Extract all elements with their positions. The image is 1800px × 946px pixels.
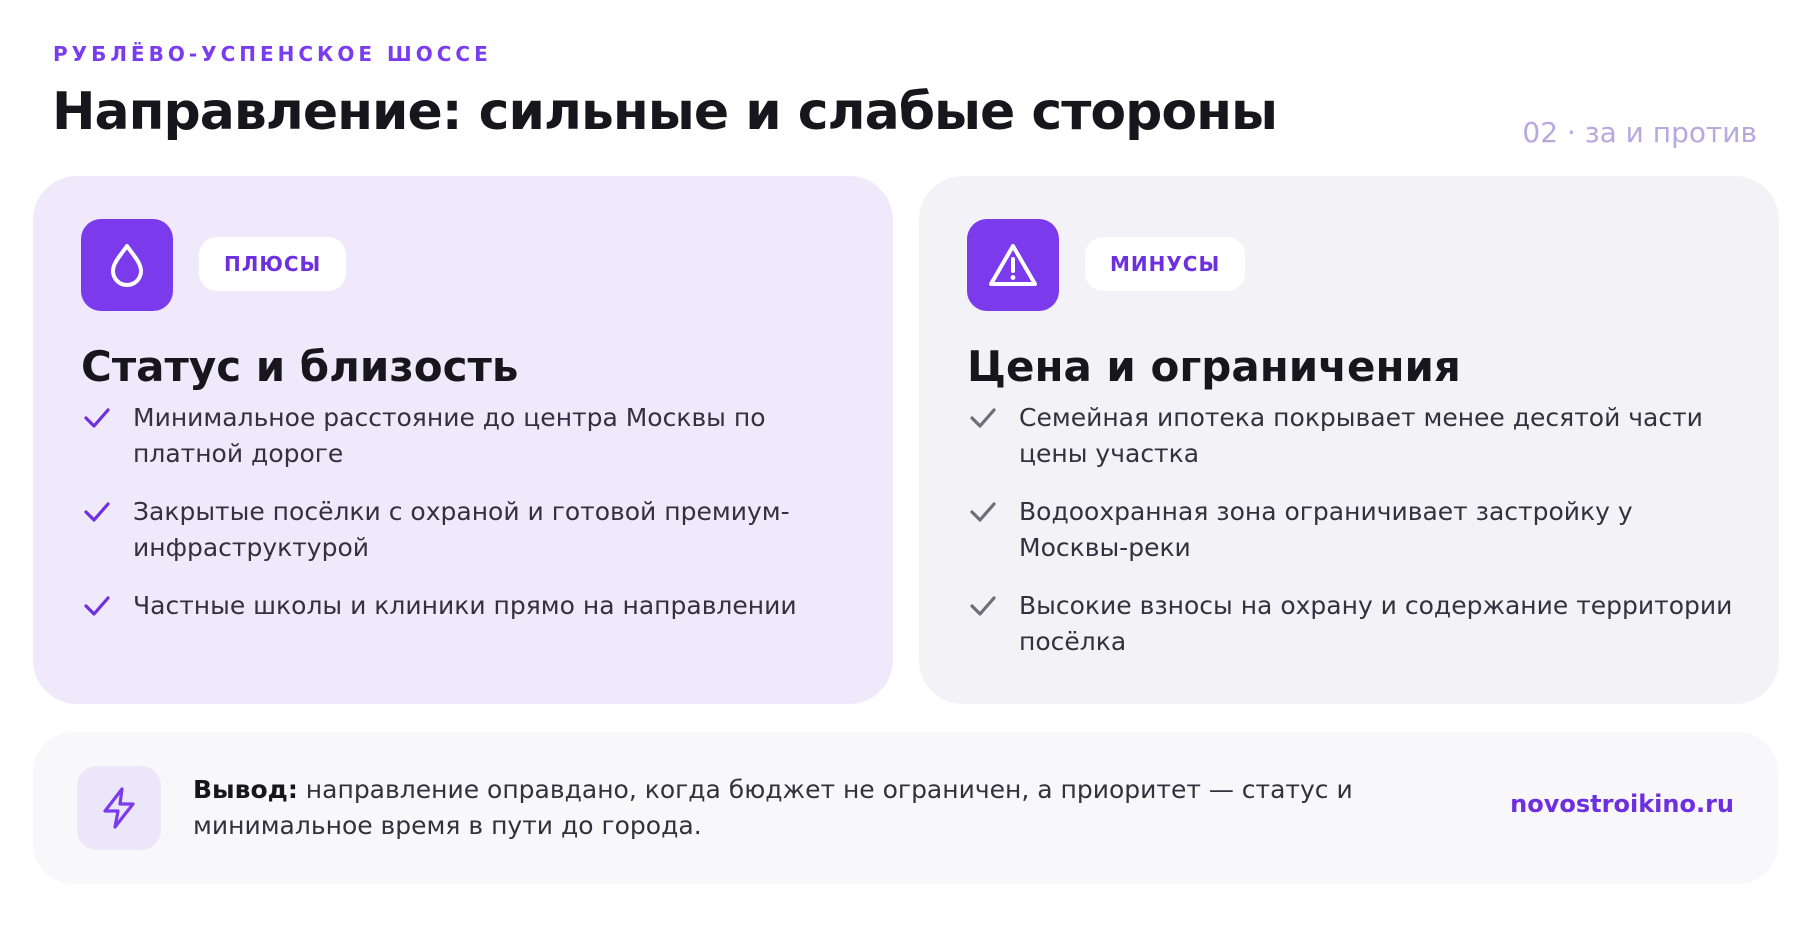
list-item-text: Частные школы и клиники прямо на направл…	[133, 591, 797, 620]
list-item: Водоохранная зона ограничивает застройку…	[967, 494, 1747, 566]
check-icon	[970, 502, 996, 522]
site-link[interactable]: novostroikino.ru	[1510, 790, 1734, 818]
cons-title: Цена и ограничения	[967, 342, 1461, 391]
kicker: РУБЛЁВО-УСПЕНСКОЕ ШОССЕ	[53, 42, 492, 66]
pros-card: ПЛЮСЫ Статус и близость Минимальное расс…	[33, 176, 893, 704]
drop-icon	[81, 219, 173, 311]
check-icon	[84, 502, 110, 522]
page-tag: 02 · за и против	[1522, 116, 1757, 149]
check-icon	[970, 408, 996, 428]
list-item-text: Высокие взносы на охрану и содержание те…	[1019, 591, 1733, 656]
pros-badge: ПЛЮСЫ	[199, 237, 347, 291]
check-icon	[84, 408, 110, 428]
list-item: Высокие взносы на охрану и содержание те…	[967, 588, 1747, 660]
cons-badge: МИНУСЫ	[1085, 237, 1246, 291]
cons-card: МИНУСЫ Цена и ограничения Семейная ипоте…	[919, 176, 1779, 704]
summary-text: Вывод: направление оправдано, когда бюдж…	[193, 772, 1493, 844]
warning-icon	[967, 219, 1059, 311]
pros-list: Минимальное расстояние до центра Москвы …	[81, 400, 861, 646]
list-item: Семейная ипотека покрывает менее десятой…	[967, 400, 1747, 472]
summary-body: направление оправдано, когда бюджет не о…	[193, 775, 1353, 840]
cons-list: Семейная ипотека покрывает менее десятой…	[967, 400, 1747, 682]
pros-title: Статус и близость	[81, 342, 519, 391]
list-item-text: Закрытые посёлки с охраной и готовой пре…	[133, 497, 790, 562]
lightning-icon	[77, 766, 161, 850]
summary-lead: Вывод:	[193, 775, 298, 804]
page-title: Направление: сильные и слабые стороны	[52, 82, 1278, 142]
check-icon	[84, 596, 110, 616]
summary-card: Вывод: направление оправдано, когда бюдж…	[33, 732, 1778, 884]
list-item-text: Семейная ипотека покрывает менее десятой…	[1019, 403, 1703, 468]
check-icon	[970, 596, 996, 616]
list-item-text: Минимальное расстояние до центра Москвы …	[133, 403, 766, 468]
list-item: Частные школы и клиники прямо на направл…	[81, 588, 861, 624]
list-item: Закрытые посёлки с охраной и готовой пре…	[81, 494, 861, 566]
list-item: Минимальное расстояние до центра Москвы …	[81, 400, 861, 472]
list-item-text: Водоохранная зона ограничивает застройку…	[1019, 497, 1633, 562]
